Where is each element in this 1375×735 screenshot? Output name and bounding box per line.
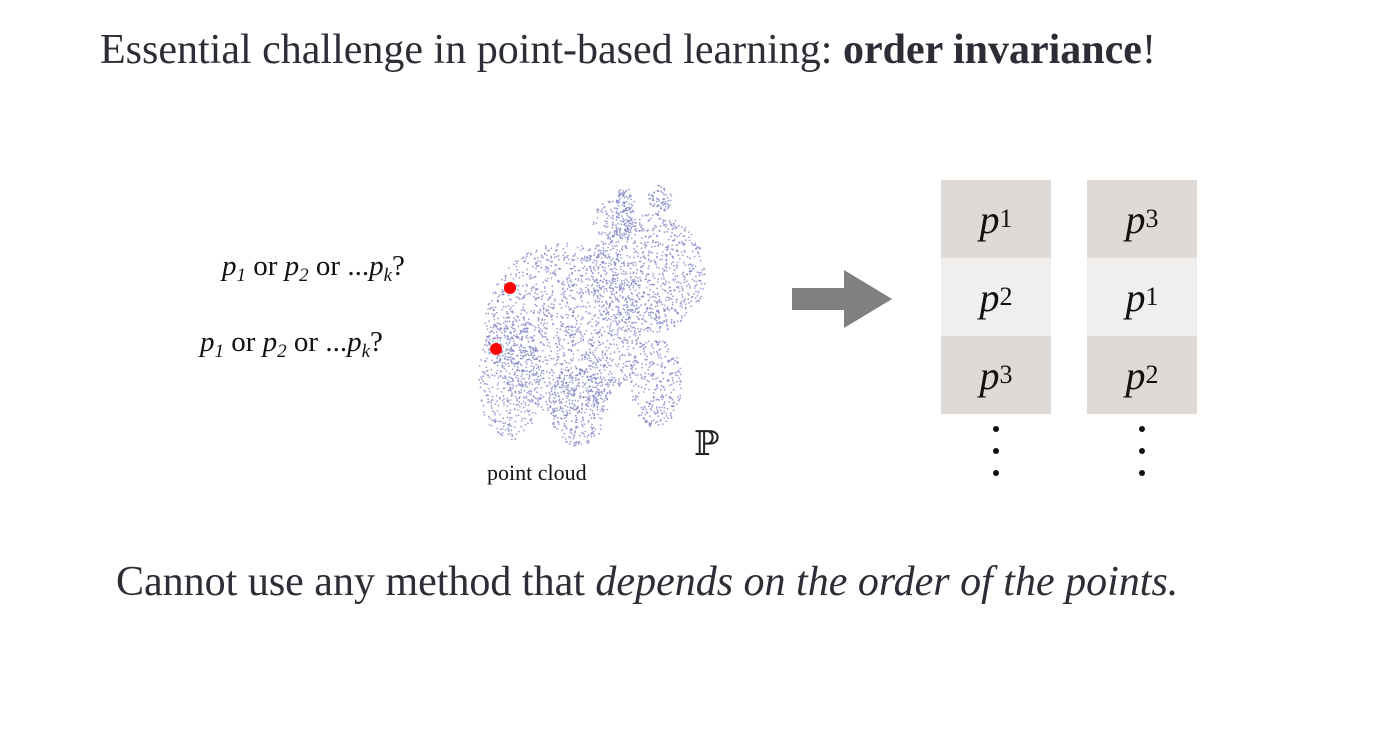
query-subscript: 2 bbox=[277, 341, 287, 362]
query-or: or bbox=[224, 326, 263, 358]
title-emphasis: order invariance bbox=[842, 27, 1142, 73]
right-arrow-icon bbox=[792, 270, 892, 328]
query-subscript: 1 bbox=[214, 341, 225, 362]
highlight-point-1 bbox=[504, 282, 516, 294]
query-subscript: 2 bbox=[299, 265, 309, 286]
query-symbol: p bbox=[369, 250, 384, 282]
query-ellipsis: ... bbox=[325, 326, 348, 358]
query-subscript: k bbox=[383, 265, 393, 286]
point-cloud-label: point cloud bbox=[487, 460, 587, 485]
query-subscript: k bbox=[361, 341, 371, 362]
footer-prefix: Cannot use any method that bbox=[116, 559, 596, 605]
query-ellipsis: ... bbox=[347, 250, 370, 282]
point-query-1: p1 or p2 or ...pk? bbox=[222, 250, 405, 286]
query-or: or bbox=[286, 326, 326, 358]
query-symbol: p bbox=[222, 250, 237, 282]
cell-symbol: p bbox=[1125, 274, 1146, 320]
query-or: or bbox=[308, 250, 348, 282]
ordering-column-b: p3 p1 p2 bbox=[1087, 180, 1197, 494]
query-or: or bbox=[246, 250, 285, 282]
cell-symbol: p bbox=[1125, 352, 1146, 398]
ordering-cell: p2 bbox=[1087, 336, 1197, 414]
ordering-cell: p3 bbox=[941, 336, 1051, 414]
title-prefix: Essential challenge in point-based learn… bbox=[100, 27, 843, 73]
slide-title: Essential challenge in point-based learn… bbox=[100, 24, 1300, 76]
vertical-ellipsis bbox=[941, 414, 1051, 494]
cell-symbol: p bbox=[979, 274, 1000, 320]
point-cloud-figure bbox=[470, 178, 730, 458]
query-symbol: p bbox=[262, 326, 278, 358]
query-symbol: p bbox=[284, 250, 300, 282]
slide-footer: Cannot use any method that depends on th… bbox=[116, 556, 1316, 608]
vertical-ellipsis bbox=[1087, 414, 1197, 494]
title-suffix: ! bbox=[1141, 27, 1156, 73]
ordering-cell: p1 bbox=[1087, 258, 1197, 336]
set-symbol: ℙ bbox=[694, 424, 720, 464]
query-question-mark: ? bbox=[370, 326, 383, 358]
point-query-2: p1 or p2 or ...pk? bbox=[200, 326, 383, 362]
cell-symbol: p bbox=[979, 196, 1000, 242]
highlight-point-2 bbox=[490, 343, 502, 355]
footer-emphasis: depends on the order of the points. bbox=[595, 559, 1179, 605]
ordering-cell: p1 bbox=[941, 180, 1051, 258]
ordering-cell: p2 bbox=[941, 258, 1051, 336]
cell-symbol: p bbox=[979, 352, 1000, 398]
query-symbol: p bbox=[347, 326, 362, 358]
cell-symbol: p bbox=[1125, 196, 1146, 242]
cloud-points bbox=[478, 184, 706, 447]
query-question-mark: ? bbox=[392, 250, 405, 282]
ordering-column-a: p1 p2 p3 bbox=[941, 180, 1051, 494]
ordering-cell: p3 bbox=[1087, 180, 1197, 258]
query-subscript: 1 bbox=[236, 265, 247, 286]
cow-point-cloud bbox=[478, 184, 706, 447]
query-symbol: p bbox=[200, 326, 215, 358]
